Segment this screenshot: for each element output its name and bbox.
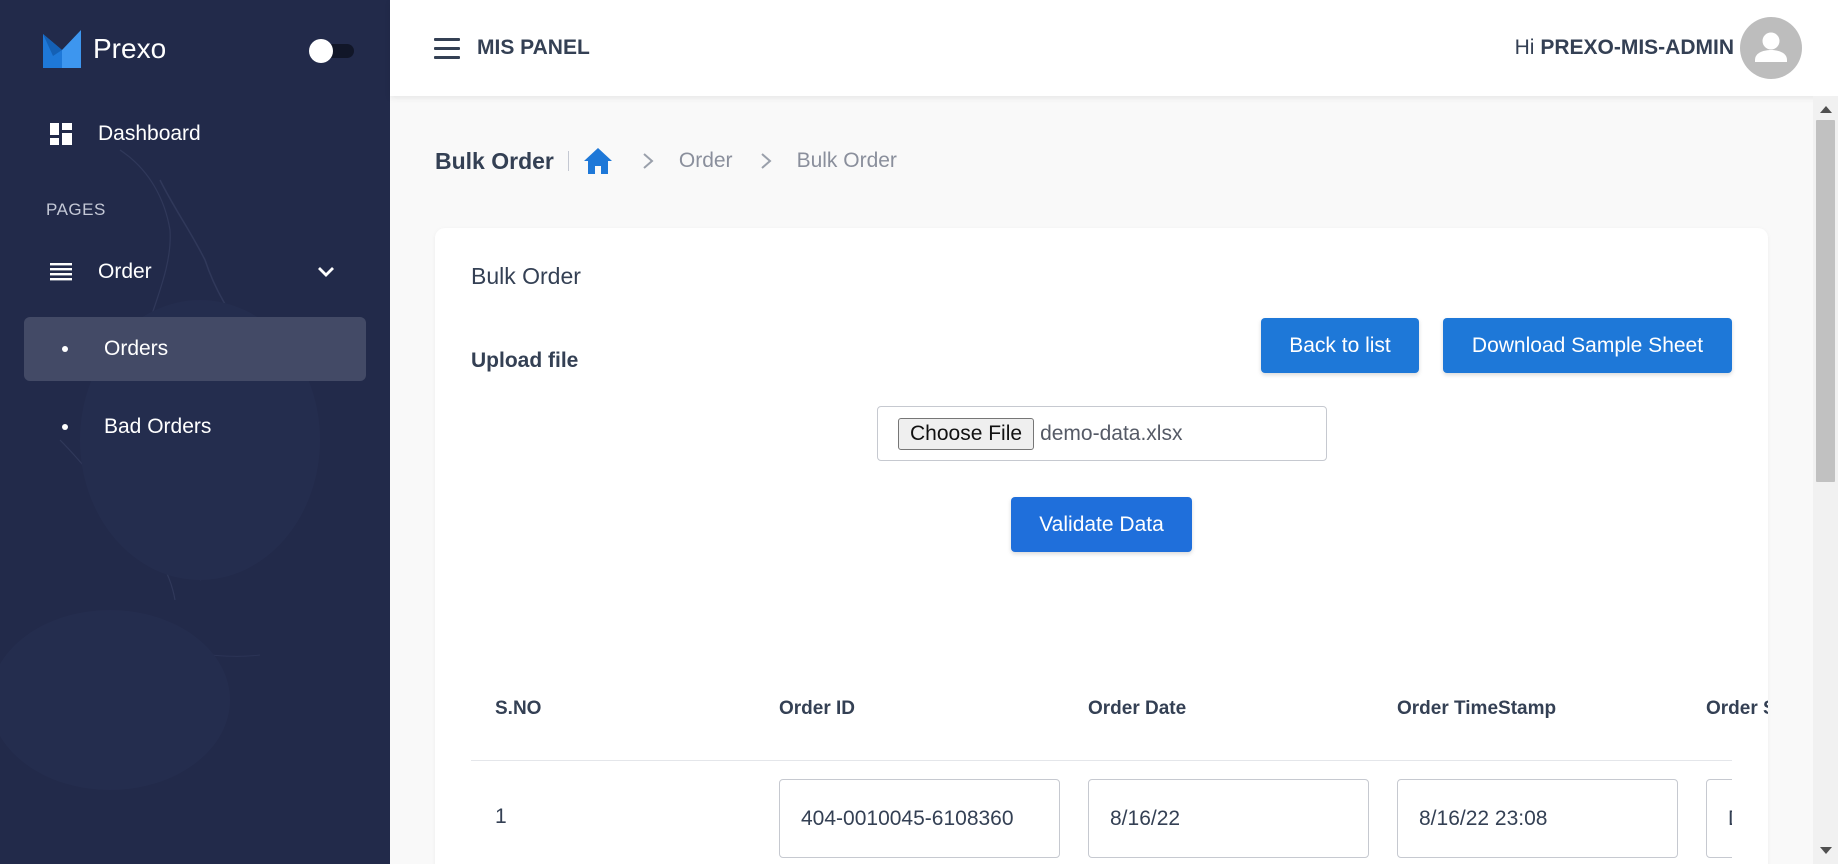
theme-toggle[interactable] <box>306 36 354 64</box>
back-to-list-button[interactable]: Back to list <box>1261 318 1419 373</box>
download-sample-sheet-button[interactable]: Download Sample Sheet <box>1443 318 1732 373</box>
sidebar-item-label: Dashboard <box>98 122 201 145</box>
sidebar-item-label: Orders <box>104 337 169 360</box>
greeting-prefix: Hi <box>1514 36 1535 59</box>
breadcrumb-link-order[interactable]: Order <box>679 149 733 173</box>
bulk-order-card: Bulk Order Upload file Back to list Down… <box>435 228 1768 864</box>
validate-data-button[interactable]: Validate Data <box>1011 497 1192 552</box>
breadcrumb-current: Bulk Order <box>796 149 897 172</box>
section-title-pages: PAGES <box>46 200 106 219</box>
sidebar-item-dashboard[interactable]: Dashboard <box>24 102 366 166</box>
order-id-field[interactable]: 404-0010045-6108360 <box>779 779 1060 858</box>
scroll-up-arrow-icon[interactable] <box>1820 106 1832 113</box>
avatar[interactable] <box>1740 17 1802 79</box>
table-header: S.NO Order ID Order Date Order TimeStamp… <box>471 658 1768 761</box>
column-header-order-id: Order ID <box>779 698 856 719</box>
user-greeting: Hi PREXO-MIS-ADMIN <box>1515 36 1734 60</box>
table-row: 1 404-0010045-6108360 8/16/22 8/16/22 23… <box>471 761 1732 864</box>
page-scrollbar[interactable] <box>1813 96 1838 864</box>
panel-title: MIS PANEL <box>477 36 590 59</box>
order-timestamp-field[interactable]: 8/16/22 23:08 <box>1397 779 1678 858</box>
hamburger-menu-icon[interactable] <box>434 38 460 60</box>
column-header-order-timestamp: Order TimeStamp <box>1397 698 1557 719</box>
choose-file-button[interactable]: Choose File <box>898 417 1035 450</box>
bullet-icon <box>62 346 68 352</box>
home-icon[interactable] <box>583 146 615 176</box>
brand-name: Prexo <box>93 33 167 64</box>
scroll-thumb[interactable] <box>1816 120 1835 482</box>
chevron-right-icon <box>643 153 654 169</box>
chevron-down-icon <box>318 267 334 277</box>
column-header-order-date: Order Date <box>1088 698 1187 719</box>
prexo-logo-icon <box>43 30 81 68</box>
sidebar-item-label: Order <box>98 260 152 283</box>
order-date-field[interactable]: 8/16/22 <box>1088 779 1369 858</box>
upload-file-label: Upload file <box>471 349 579 372</box>
sidebar-item-order[interactable]: Order <box>24 240 366 304</box>
bullet-icon <box>62 424 68 430</box>
top-bar: MIS PANEL Hi PREXO-MIS-ADMIN <box>390 0 1838 96</box>
list-icon <box>48 259 74 285</box>
file-input[interactable]: Choose File demo-data.xlsx <box>877 406 1327 461</box>
username: PREXO-MIS-ADMIN <box>1540 36 1734 59</box>
card-title: Bulk Order <box>471 263 581 289</box>
brand[interactable]: Prexo <box>43 30 166 68</box>
dashboard-icon <box>48 121 74 147</box>
sidebar-item-orders[interactable]: Orders <box>24 317 366 381</box>
toggle-knob <box>309 39 333 63</box>
sidebar-item-label: Bad Orders <box>104 415 212 438</box>
sidebar-item-bad-orders[interactable]: Bad Orders <box>24 395 366 459</box>
chevron-right-icon <box>760 153 772 169</box>
breadcrumb-divider <box>567 151 569 171</box>
order-status-field[interactable]: Delivered <box>1706 779 1732 858</box>
column-header-order-status: Order Status <box>1706 698 1768 719</box>
user-icon <box>1755 32 1787 62</box>
column-header-sno: S.NO <box>495 698 542 719</box>
page-title: Bulk Order <box>435 147 554 174</box>
breadcrumb: Bulk Order Order Bulk Order <box>435 144 897 178</box>
selected-file-name: demo-data.xlsx <box>1040 421 1183 445</box>
sidebar: Prexo Dashboard PAGES Order Orders Bad O… <box>0 0 390 864</box>
scroll-down-arrow-icon[interactable] <box>1820 847 1832 854</box>
cell-sno: 1 <box>495 805 507 828</box>
